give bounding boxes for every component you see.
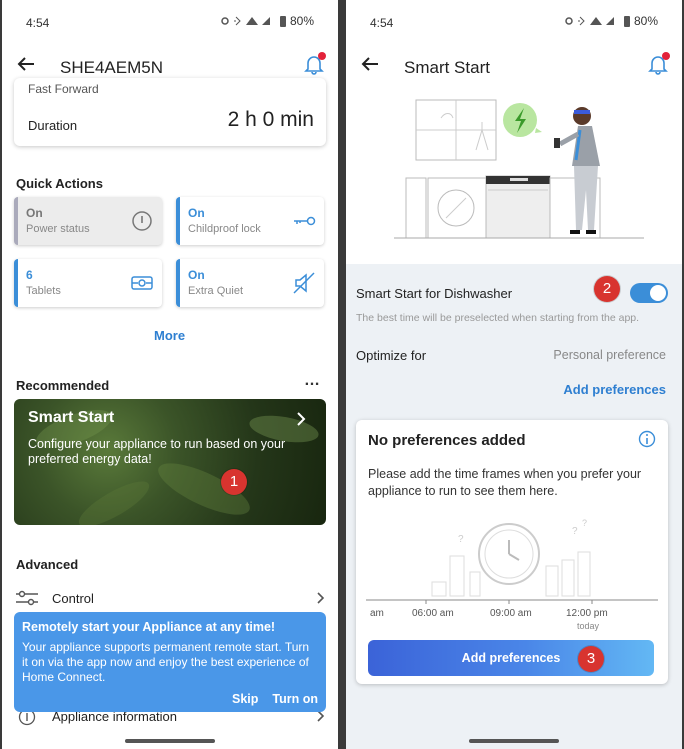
duration-value: 2 h 0 min [227,108,314,131]
battery-percent: 80% [289,14,314,28]
no-preferences-title: No preferences added [368,432,526,449]
right-screen: 4:54 80% Smart Start Smart Start for Dis… [346,0,682,749]
sliders-icon [16,590,38,606]
childproof-lock-label: Childproof lock [188,223,261,235]
remote-start-snackbar: Remotely start your Appliance at any tim… [14,612,326,712]
status-icons: 80% [564,14,658,28]
timeline-label-am: am [370,608,384,619]
power-info-icon [132,211,152,231]
chevron-right-icon [297,412,306,426]
chevron-right-icon [317,592,325,604]
smart-start-card-text: Configure your appliance to run based on… [28,437,286,466]
tablet-icon [131,276,153,290]
control-label: Control [52,591,94,606]
step-badge-2: 2 [594,276,620,302]
timeline-today-label: today [577,621,600,631]
no-preferences-text: Please add the time frames when you pref… [368,467,642,498]
status-bar: 4:54 80% [2,0,338,40]
add-preferences-link[interactable]: Add preferences [563,382,666,397]
back-arrow-icon[interactable] [14,52,38,76]
add-preferences-button[interactable]: Add preferences 3 [368,640,654,676]
svg-text:?: ? [572,526,578,537]
status-bar: 4:54 80% [346,0,682,40]
clock: 4:54 [370,16,394,30]
step-badge-3: 3 [578,646,604,672]
svg-text:?: ? [458,534,464,545]
notification-dot [662,52,670,60]
mute-icon [293,272,315,294]
battery-icon [279,15,286,27]
svg-text:?: ? [582,518,587,528]
advanced-heading: Advanced [16,557,79,572]
optimize-value[interactable]: Personal preference [553,348,666,362]
timeline-label-0900: 09:00 am [490,608,532,619]
info-icon[interactable] [638,430,656,448]
extra-quiet-value: On [188,268,205,282]
step-badge-1: 1 [221,469,247,495]
turn-on-button[interactable]: Turn on [272,692,318,706]
snackbar-body: Your appliance supports permanent remote… [22,640,310,684]
tablets-value: 6 [26,268,33,282]
battery-icon [623,15,630,27]
childproof-lock-value: On [188,206,205,220]
notification-dot [318,52,326,60]
program-card: Fast Forward Duration 2 h 0 min [14,78,326,146]
power-status-value: On [26,206,43,220]
page-title: Smart Start [404,58,490,77]
quick-action-power-status[interactable]: On Power status [14,197,162,245]
toggle-knob [650,285,666,301]
more-link[interactable]: More [154,328,185,343]
smart-start-toggle[interactable] [630,283,668,303]
add-preferences-button-label: Add preferences [461,651,561,665]
quick-action-childproof-lock[interactable]: On Childproof lock [176,197,324,245]
power-status-label: Power status [26,223,90,235]
left-screen: 4:54 80% SHE4AEM5N Fast Forward Duration… [2,0,338,749]
tablets-label: Tablets [26,285,61,297]
signal-wifi-icons [221,16,270,26]
notifications-bell-icon[interactable] [302,52,326,76]
optimize-label: Optimize for [356,348,427,363]
smart-start-toggle-label: Smart Start for Dishwasher [356,286,513,301]
control-row[interactable]: Control [16,590,326,612]
key-icon [294,216,316,226]
quick-action-tablets[interactable]: 6 Tablets [14,259,162,307]
skip-button[interactable]: Skip [232,692,258,706]
recommended-heading: Recommended [16,378,110,393]
duration-label: Duration [28,118,78,133]
no-preferences-card: No preferences added Please add the time… [356,420,668,684]
page-title: SHE4AEM5N [60,58,163,77]
clock: 4:54 [26,16,50,30]
status-icons: 80% [220,14,314,28]
timeline-label-1200: 12:00 pm [566,608,608,619]
quick-actions-heading: Quick Actions [16,176,103,191]
gesture-nav-bar[interactable] [125,739,215,743]
smart-start-hint: The best time will be preselected when s… [356,312,640,324]
quick-action-extra-quiet[interactable]: On Extra Quiet [176,259,324,307]
signal-wifi-icons [565,16,614,26]
back-arrow-icon[interactable] [358,52,382,76]
recommended-more-icon[interactable]: … [304,372,320,390]
gesture-nav-bar[interactable] [469,739,559,743]
snackbar-title: Remotely start your Appliance at any tim… [22,620,276,634]
program-name-partial: Fast Forward [28,82,99,96]
smart-start-recommendation-card[interactable]: Smart Start Configure your appliance to … [14,399,326,525]
extra-quiet-label: Extra Quiet [188,285,244,297]
app-bar: Smart Start [346,44,682,88]
timeline-label-0600: 06:00 am [412,608,454,619]
battery-percent: 80% [633,14,658,28]
notifications-bell-icon[interactable] [646,52,670,76]
kitchen-illustration [394,99,644,239]
smart-start-card-title: Smart Start [28,409,115,426]
